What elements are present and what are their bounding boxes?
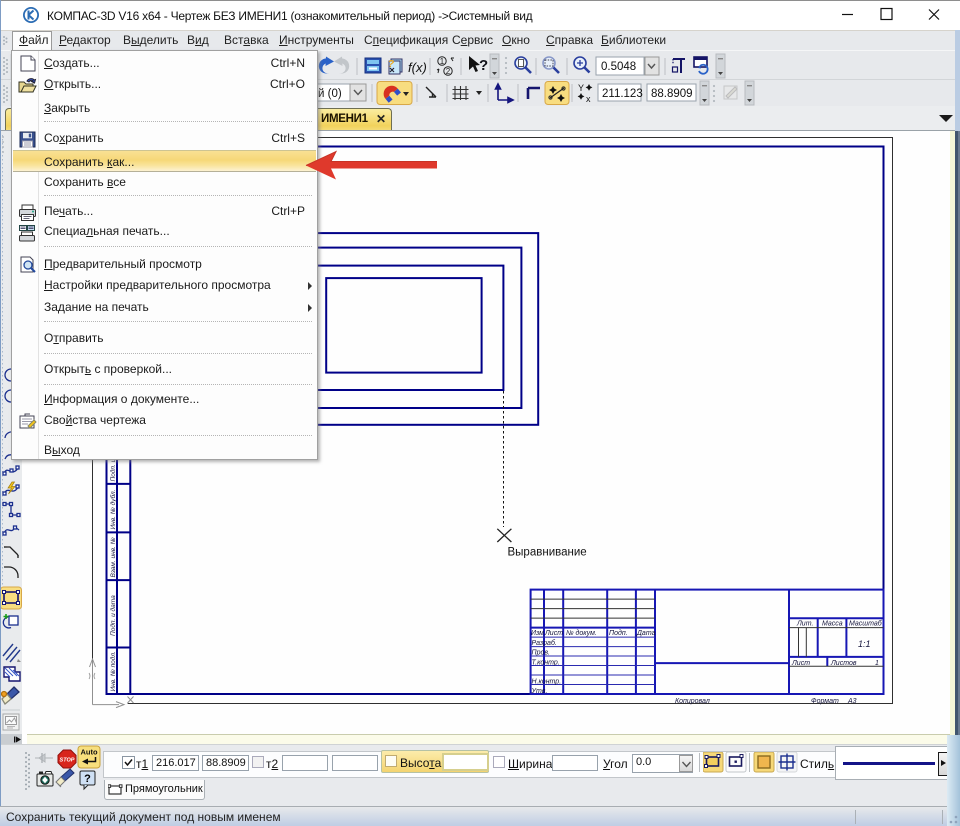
svg-text:f(x): f(x) (408, 60, 427, 75)
svg-text:Подп.: Подп. (609, 629, 628, 637)
svg-text:1: 1 (440, 57, 445, 66)
svg-text:Изм.: Изм. (531, 630, 546, 637)
svg-text:Лит.: Лит. (796, 621, 813, 628)
svg-text:1: 1 (875, 660, 879, 667)
svg-text:x: x (586, 94, 591, 104)
svg-text:Y: Y (578, 83, 584, 93)
svg-text:Auto: Auto (80, 748, 97, 757)
svg-text:Формат: Формат (811, 698, 839, 705)
svg-text:Подп. и дата: Подп. и дата (109, 595, 117, 636)
svg-text:?: ? (479, 57, 488, 74)
svg-text:Масштаб: Масштаб (849, 620, 883, 628)
svg-text:88.8909: 88.8909 (651, 88, 693, 100)
svg-text:Инв. № дубл.: Инв. № дубл. (109, 489, 117, 529)
svg-text:211.123: 211.123 (602, 88, 643, 100)
svg-text:Т.контр.: Т.контр. (532, 660, 560, 667)
svg-text:Копировал: Копировал (675, 698, 710, 705)
svg-text:Утв.: Утв. (531, 688, 548, 695)
svg-text:й (0): й (0) (318, 88, 342, 100)
svg-text:Лист: Лист (791, 660, 810, 667)
svg-text:Инв. № подл.: Инв. № подл. (109, 651, 117, 692)
svg-text:?: ? (84, 773, 91, 785)
svg-text:Листов: Листов (830, 660, 857, 667)
svg-text:Дата: Дата (636, 630, 656, 637)
svg-text:Взам. инв. №: Взам. инв. № (110, 537, 117, 577)
svg-text:Н.контр.: Н.контр. (532, 679, 562, 686)
svg-text:Пров.: Пров. (532, 650, 551, 657)
svg-text:Разраб.: Разраб. (532, 639, 557, 647)
svg-text:STOP: STOP (60, 758, 75, 764)
svg-text:№ докум.: № докум. (566, 629, 597, 637)
svg-text:2: 2 (446, 67, 451, 76)
svg-text:Лист: Лист (544, 630, 563, 637)
svg-text:0.5048: 0.5048 (601, 61, 636, 73)
svg-text:А3: А3 (847, 698, 857, 705)
svg-text:1:1: 1:1 (858, 639, 871, 649)
svg-text:Выравнивание: Выравнивание (508, 547, 587, 559)
svg-text:Масса: Масса (822, 621, 843, 628)
